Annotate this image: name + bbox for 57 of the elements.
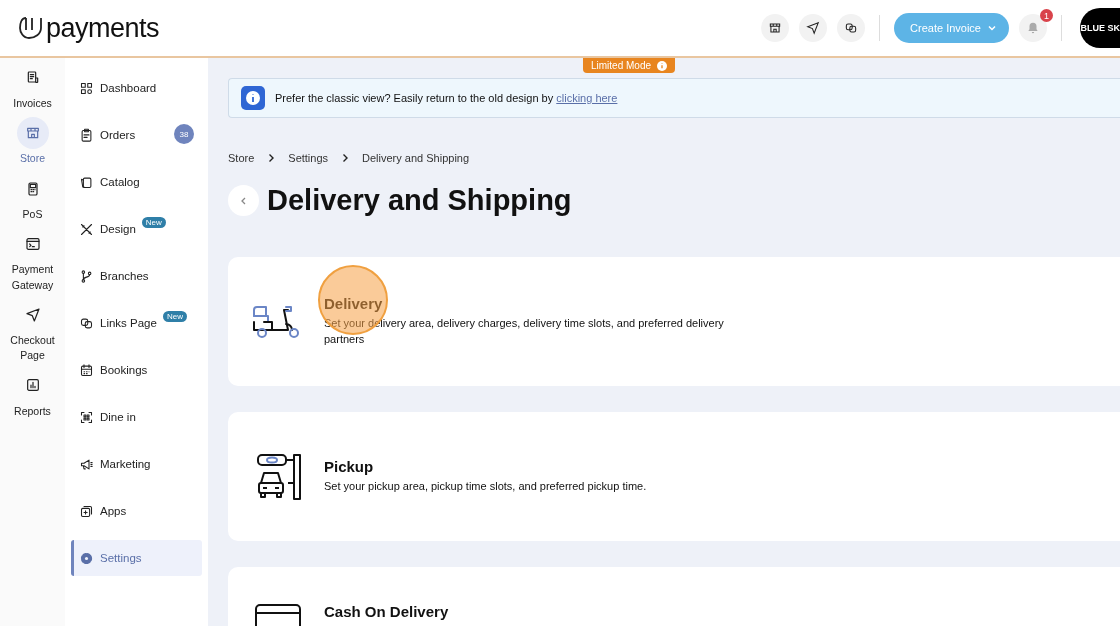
nav-rail-item[interactable]: PoS xyxy=(1,180,64,223)
breadcrumb-link[interactable]: Store xyxy=(228,152,255,164)
breadcrumb-link[interactable]: Delivery and Shipping xyxy=(362,152,470,164)
info-icon xyxy=(241,86,265,110)
sidebar-item[interactable]: Dashboard xyxy=(71,70,202,106)
sidebar-item[interactable]: Catalog xyxy=(71,164,202,200)
page-title: Delivery and Shipping xyxy=(267,184,572,217)
nav-rail-item[interactable]: Checkout Page xyxy=(1,306,64,364)
logo-icon xyxy=(18,16,44,40)
sidebar-item[interactable]: Dine in xyxy=(71,399,202,435)
linked-squares-icon xyxy=(79,315,94,331)
bar-chart-icon xyxy=(24,377,41,394)
sidebar-item[interactable]: Apps xyxy=(71,493,202,529)
apps-icon xyxy=(79,503,94,519)
banner-text: Prefer the classic view? Easily return to the old design by clicking here xyxy=(275,92,618,104)
nav-rail-item[interactable]: Payment Gateway xyxy=(1,236,64,293)
nav-rail-item[interactable]: Store xyxy=(1,117,64,167)
paper-plane-icon[interactable] xyxy=(799,14,828,42)
option-title: Pickup xyxy=(324,458,375,476)
nav-rail-item[interactable]: Reports xyxy=(1,377,64,419)
option-card[interactable]: Pickup Set your pickup area, pickup time slots, and preferred pickup time. xyxy=(228,412,1120,541)
sidebar-item[interactable]: Marketing xyxy=(71,446,202,482)
orders-count: 38 xyxy=(174,124,194,144)
linked-squares-icon[interactable] xyxy=(837,14,866,42)
new-tag: New xyxy=(141,217,166,228)
branch-icon xyxy=(79,268,94,284)
settings-icon xyxy=(79,550,94,566)
sidebar-item[interactable]: Design New xyxy=(71,211,202,247)
store-icon[interactable] xyxy=(761,14,790,42)
option-description: Set your pickup area, pickup time slots, and preferred pickup time. xyxy=(324,479,647,495)
sidebar-item[interactable]: Orders 38 xyxy=(71,117,202,153)
paper-plane-icon xyxy=(24,306,41,323)
option-title: Delivery xyxy=(324,295,384,313)
cards-icon xyxy=(79,174,94,190)
scan-icon xyxy=(79,409,94,425)
breadcrumb-link[interactable]: Settings xyxy=(288,152,329,164)
new-tag: New xyxy=(162,311,187,322)
terminal-window-icon xyxy=(24,236,41,253)
notification-count: 1 xyxy=(1040,9,1053,22)
grid-icon xyxy=(79,80,94,96)
option-card[interactable]: Cash On Delivery xyxy=(228,567,1120,626)
avatar[interactable]: BLUE SK xyxy=(1080,8,1120,48)
logo-text: payments xyxy=(46,12,160,44)
pickup-station-icon xyxy=(254,452,302,501)
sidebar-item[interactable]: Branches xyxy=(71,258,202,294)
nav-rail-item[interactable]: Invoices xyxy=(1,70,64,112)
wallet-icon xyxy=(254,603,302,626)
sidebar-item[interactable]: Bookings xyxy=(71,352,202,388)
calendar-icon xyxy=(79,362,94,378)
sidebar-item[interactable]: Settings xyxy=(71,540,202,576)
ruler-pencil-icon xyxy=(79,221,94,237)
option-title: Cash On Delivery xyxy=(324,603,449,620)
classic-view-link[interactable]: clicking here xyxy=(556,92,618,104)
clipboard-icon xyxy=(79,127,94,143)
sidebar-item[interactable]: Links Page New xyxy=(71,305,202,341)
bell-icon[interactable] xyxy=(1019,14,1047,42)
chevron-down-icon xyxy=(987,23,997,33)
